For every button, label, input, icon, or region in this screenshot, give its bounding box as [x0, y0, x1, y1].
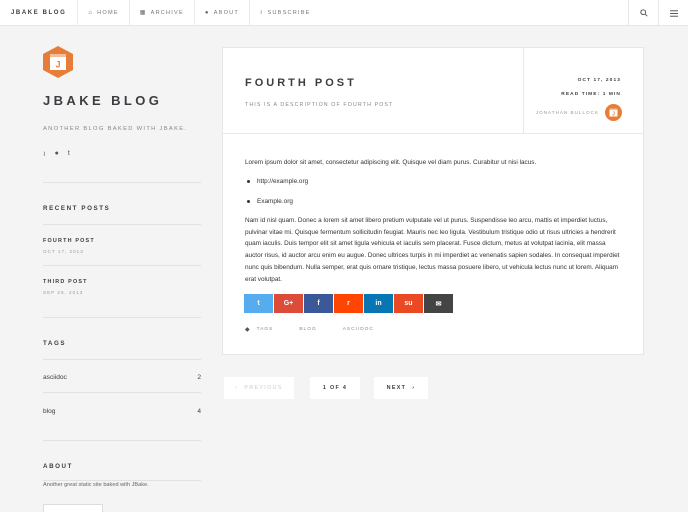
- rss-icon[interactable]: ≀: [43, 150, 46, 158]
- tag-name: asciidoc: [43, 374, 67, 381]
- share-reddit-button[interactable]: r: [334, 294, 363, 313]
- divider: [43, 392, 201, 393]
- nav-right-tools: [628, 0, 688, 26]
- share-stumbleupon-button[interactable]: su: [394, 294, 423, 313]
- article-date: OCT 17, 2013: [577, 78, 621, 83]
- chevron-right-icon: ›: [412, 385, 416, 391]
- page-indicator: 1 OF 4: [310, 377, 360, 399]
- nav-archive-link[interactable]: ▦ ARCHIVE: [130, 0, 195, 26]
- article-description: THIS IS A DESCRIPTION OF FOURTH POST: [245, 102, 394, 108]
- rss-icon: ≀: [260, 10, 264, 16]
- search-button[interactable]: [628, 0, 658, 26]
- svg-text:J: J: [55, 60, 60, 70]
- previous-label: PREVIOUS: [244, 385, 283, 391]
- recent-post-title[interactable]: FOURTH POST: [43, 238, 95, 244]
- nav-about-label: ABOUT: [213, 9, 240, 16]
- linkedin-icon: in: [375, 300, 382, 307]
- divider: [43, 317, 201, 318]
- divider: [43, 440, 201, 441]
- share-linkedin-button[interactable]: in: [364, 294, 393, 313]
- share-facebook-button[interactable]: f: [304, 294, 333, 313]
- stumbleupon-icon: su: [404, 300, 413, 307]
- list-item: Example.org: [245, 198, 293, 205]
- blog-title: JBAKE BLOG: [43, 93, 163, 108]
- next-label: NEXT: [386, 385, 407, 391]
- share-google-plus-button[interactable]: G+: [274, 294, 303, 313]
- list-item-link[interactable]: http://example.org: [257, 178, 308, 185]
- twitter-icon[interactable]: t: [68, 150, 70, 158]
- article-header: FOURTH POST THIS IS A DESCRIPTION OF FOU…: [223, 48, 643, 134]
- author-avatar-icon[interactable]: J: [605, 104, 622, 121]
- article-paragraph: Nam id nisl quam. Donec a lorem sit amet…: [245, 217, 620, 283]
- email-icon: ✉: [435, 300, 442, 308]
- divider: [43, 224, 201, 225]
- tag-count: 4: [197, 408, 201, 415]
- chevron-left-icon: ‹: [235, 385, 239, 391]
- article-card: FOURTH POST THIS IS A DESCRIPTION OF FOU…: [222, 47, 644, 355]
- divider: [43, 480, 201, 481]
- nav-links: ⌂ HOME ▦ ARCHIVE ● ABOUT ≀ SUBSCRIBE: [78, 0, 320, 26]
- article-title[interactable]: FOURTH POST: [245, 77, 357, 89]
- nav-home-label: HOME: [97, 9, 119, 16]
- user-icon: ●: [204, 9, 210, 16]
- article-author[interactable]: JONATHAN BULLOCK: [536, 110, 599, 115]
- hamburger-icon: [669, 9, 678, 17]
- about-more-button[interactable]: [43, 504, 103, 512]
- nav-subscribe-label: SUBSCRIBE: [267, 9, 311, 16]
- nav-about-link[interactable]: ● ABOUT: [195, 0, 251, 26]
- share-twitter-button[interactable]: t: [244, 294, 273, 313]
- divider: [43, 359, 201, 360]
- bullet-icon: [247, 180, 250, 183]
- article-read-time: READ TIME: 1 MIN: [561, 92, 621, 97]
- article-tag-link[interactable]: ASCIIDOC: [343, 327, 374, 332]
- nav-brand[interactable]: JBAKE BLOG: [0, 0, 79, 26]
- recent-post-date: OCT 17, 2013: [43, 249, 84, 254]
- jbake-logo-icon[interactable]: J: [43, 46, 73, 78]
- recent-posts-heading: RECENT POSTS: [43, 205, 111, 212]
- divider: [43, 182, 201, 183]
- about-text: Another great static site baked with JBa…: [43, 482, 149, 488]
- tags-heading: TAGS: [43, 340, 67, 347]
- article-tags: ◆ TAGS BLOG ASCIIDOC: [245, 326, 374, 333]
- nav-home-link[interactable]: ⌂ HOME: [78, 0, 130, 26]
- facebook-icon: f: [317, 300, 320, 307]
- tag-item-asciidoc[interactable]: asciidoc 2: [43, 374, 201, 381]
- twitter-icon: t: [257, 300, 260, 307]
- recent-post-date: SEP 26, 2013: [43, 290, 84, 295]
- list-item-link[interactable]: Example.org: [257, 198, 293, 205]
- svg-text:J: J: [612, 112, 615, 118]
- next-page-button[interactable]: NEXT ›: [374, 377, 428, 399]
- home-icon: ⌂: [88, 9, 94, 16]
- recent-post-title[interactable]: THIRD POST: [43, 279, 88, 285]
- github-icon[interactable]: ●: [55, 150, 59, 158]
- page-info: 1 OF 4: [322, 385, 348, 391]
- article-tag-link[interactable]: BLOG: [299, 327, 316, 332]
- tags-label: TAGS: [256, 327, 274, 332]
- top-navbar: JBAKE BLOG ⌂ HOME ▦ ARCHIVE ● ABOUT ≀ SU…: [0, 0, 688, 26]
- share-buttons: t G+ f r in su ✉: [244, 294, 453, 313]
- search-icon: [639, 9, 648, 17]
- tag-item-blog[interactable]: blog 4: [43, 408, 201, 415]
- google-plus-icon: G+: [283, 300, 294, 307]
- previous-page-button: ‹ PREVIOUS: [224, 377, 294, 399]
- tag-name: blog: [43, 408, 56, 415]
- article-intro: Lorem ipsum dolor sit amet, consectetur …: [245, 159, 537, 166]
- tag-icon: ◆: [245, 327, 251, 333]
- bullet-icon: [247, 200, 250, 203]
- social-links: ≀ ● t: [43, 150, 70, 158]
- nav-archive-label: ARCHIVE: [150, 9, 184, 16]
- article-meta: OCT 17, 2013 READ TIME: 1 MIN JONATHAN B…: [523, 48, 643, 134]
- reddit-icon: r: [347, 300, 350, 307]
- archive-icon: ▦: [139, 10, 147, 16]
- blog-description: ANOTHER BLOG BAKED WITH JBAKE.: [43, 126, 188, 132]
- about-heading: ABOUT: [43, 463, 73, 470]
- menu-button[interactable]: [658, 0, 688, 26]
- list-item: http://example.org: [245, 178, 308, 185]
- divider: [43, 265, 201, 266]
- share-email-button[interactable]: ✉: [424, 294, 453, 313]
- nav-subscribe-link[interactable]: ≀ SUBSCRIBE: [250, 0, 321, 26]
- tag-count: 2: [197, 374, 201, 381]
